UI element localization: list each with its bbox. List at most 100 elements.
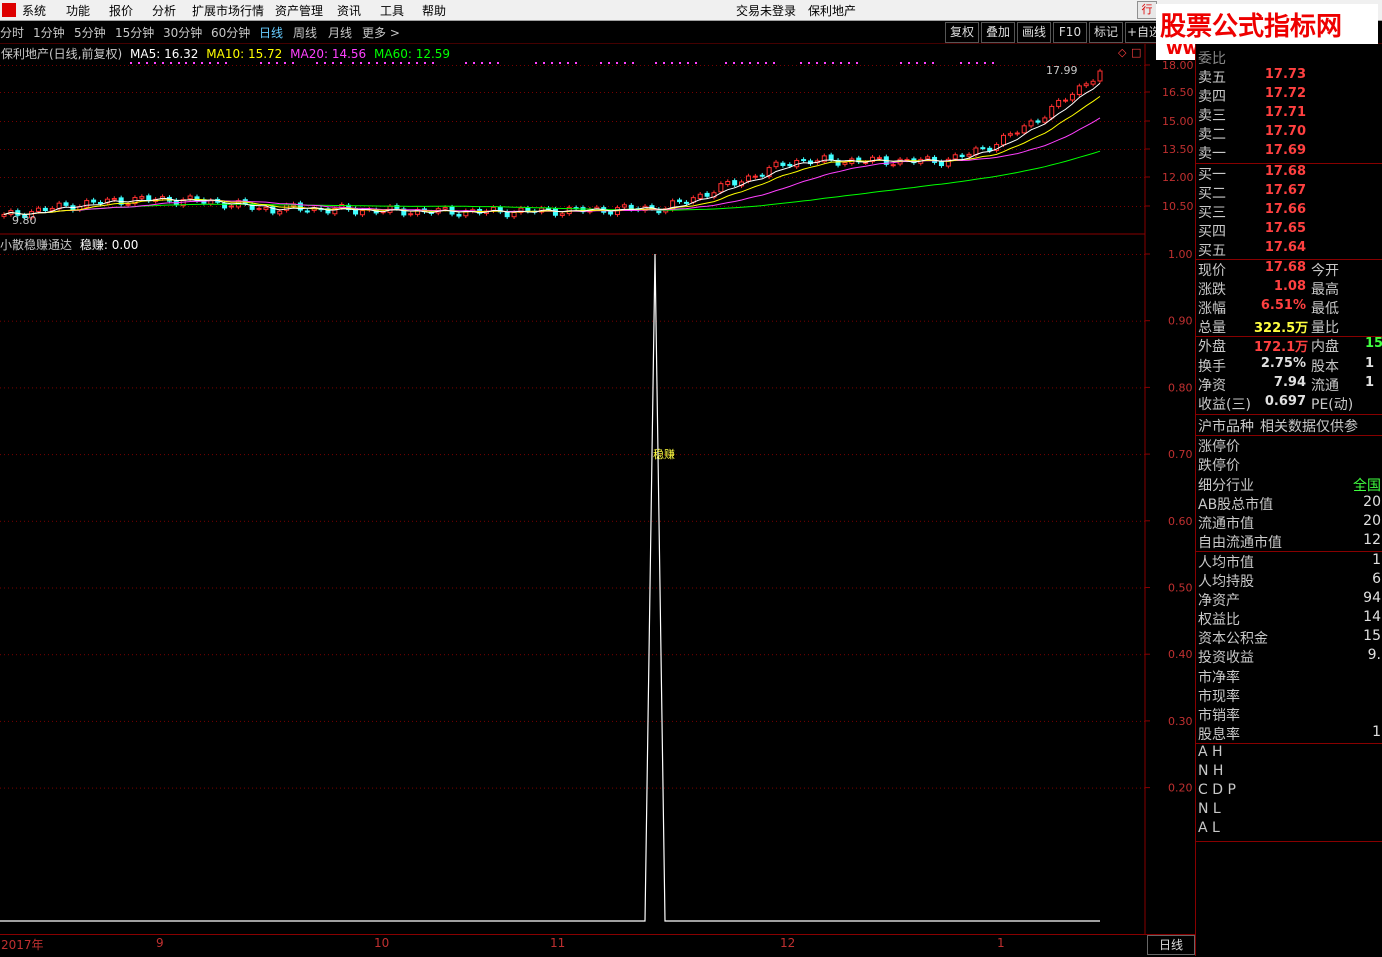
stat-row-value: 6.51% [1260, 298, 1306, 314]
sell-level-3-value: 17.71 [1264, 105, 1306, 121]
period-weekly[interactable]: 周线 [293, 24, 317, 41]
fundamental-row: 市现率 [1198, 686, 1381, 705]
draw-line-button[interactable]: 画线 [1017, 22, 1051, 43]
menu-item-function[interactable]: 功能 [66, 2, 90, 19]
stat-row-label2: 流通 [1311, 377, 1339, 394]
main-candlestick-chart[interactable]: 17.99 9.80 18.00 16.50 15.00 13.50 12.00 10.5… [0, 44, 1195, 236]
candle-body [890, 164, 896, 167]
stat-row-label2: 最低 [1311, 301, 1339, 318]
menu-item-extended-market[interactable]: 扩展市场行情 [192, 2, 264, 19]
indicator-y-tick: 0.30 [1168, 715, 1193, 728]
sell-level-1: 卖一 17.69 [1198, 143, 1306, 162]
fundamental-label: 净资产 [1198, 593, 1240, 610]
period-5min[interactable]: 5分钟 [74, 24, 106, 41]
stat-row-value: 17.68 [1264, 260, 1306, 275]
period-15min[interactable]: 15分钟 [115, 24, 154, 41]
candle-body [952, 154, 958, 160]
login-status[interactable]: 交易未登录 [736, 2, 796, 19]
quote-tab[interactable]: 行 [1137, 1, 1157, 19]
fundamental-value: 15 [1363, 628, 1381, 645]
buy-level-5-label: 买五 [1198, 242, 1226, 259]
indicator-y-tick: 1.00 [1168, 248, 1193, 261]
period-monthly[interactable]: 月线 [328, 24, 352, 41]
candle-body [139, 196, 145, 199]
mark-button[interactable]: 标记 [1089, 22, 1123, 43]
restore-rights-button[interactable]: 复权 [945, 22, 979, 43]
candle-body [98, 201, 104, 205]
sell-level-5: 卖五 17.73 [1198, 67, 1306, 86]
candle-body [925, 156, 931, 160]
fundamental-label: AB股总市值 [1198, 496, 1274, 513]
candle-body [1063, 99, 1069, 102]
candle-body [304, 210, 310, 213]
fundamental-label: 人均市值 [1198, 554, 1254, 571]
period-intraday[interactable]: 分时 [0, 24, 24, 41]
fundamental-row: 股息率 1 [1198, 724, 1381, 743]
period-more[interactable]: 更多 > [362, 24, 400, 41]
candle-body [780, 162, 786, 166]
candle-body [608, 211, 614, 215]
candle-body [228, 205, 234, 208]
fundamental-value: 全国 [1353, 477, 1381, 494]
candle-body [752, 175, 758, 178]
candle-body [1090, 80, 1096, 85]
period-60min[interactable]: 60分钟 [211, 24, 250, 41]
candle-body [408, 213, 414, 216]
index-row: A L [1198, 820, 1220, 839]
candle-body [677, 199, 683, 203]
fundamental-value: 12 [1363, 531, 1381, 548]
fundamental-label: 涨停价 [1198, 439, 1240, 456]
fundamental-label: 股息率 [1198, 726, 1240, 743]
candle-body [552, 208, 558, 216]
index-label: N L [1198, 801, 1221, 818]
stat-row-label: 总量 [1198, 320, 1226, 337]
quote-panel: 委比 卖五 17.73 卖四 17.72 卖三 17.71 卖二 17.70 卖一 17.69 买一… [1195, 44, 1382, 956]
fundamental-row: 涨停价 [1198, 436, 1381, 455]
period-indicator[interactable]: 日线 [1147, 935, 1195, 955]
candle-body [732, 180, 738, 186]
main-y-tick: 13.50 [1162, 143, 1194, 156]
menu-item-tools[interactable]: 工具 [380, 2, 404, 19]
market-header-left: 沪市品种 [1198, 418, 1254, 435]
x-label-jan: 1 [997, 936, 1005, 950]
buy-level-4: 买四 17.65 [1198, 221, 1306, 240]
x-label-year: 2017年 [1, 938, 44, 952]
buy-level-3: 买三 17.66 [1198, 202, 1306, 221]
indicator-chart[interactable]: 稳赚 1.00 0.90 0.80 0.70 0.60 0.50 0.40 0.30 0.20 [0, 236, 1195, 936]
sell-level-2: 卖二 17.70 [1198, 124, 1306, 143]
sell-level-4: 卖四 17.72 [1198, 86, 1306, 106]
candle-body [42, 207, 48, 212]
sell-level-4-label: 卖四 [1198, 89, 1226, 106]
candle-body [1069, 93, 1075, 101]
stat-row-value2: 1 [1365, 355, 1375, 371]
buy-level-3-label: 买三 [1198, 204, 1226, 221]
sell-level-3-label: 卖三 [1198, 108, 1226, 125]
stock-name-title: 保利地产 [808, 4, 857, 18]
fundamental-row: AB股总市值 20 [1198, 494, 1381, 513]
candle-body [697, 193, 703, 199]
menu-item-help[interactable]: 帮助 [422, 2, 446, 19]
candle-body [1056, 99, 1062, 107]
menu-item-analysis[interactable]: 分析 [152, 2, 176, 19]
fundamental-value: 20 [1363, 512, 1381, 529]
stat-row-label2: 今开 [1311, 263, 1339, 279]
main-y-tick: 15.00 [1162, 115, 1194, 128]
candle-body [1028, 120, 1034, 127]
stat-row-label: 收益(三) [1198, 396, 1251, 413]
menu-item-news[interactable]: 资讯 [337, 2, 361, 19]
menu-item-system[interactable]: 系统 [22, 2, 46, 19]
fundamental-row: 净资产 94 [1198, 590, 1381, 609]
stat-row-label2: 最高 [1311, 282, 1339, 299]
main-y-tick: 16.50 [1162, 86, 1194, 99]
period-daily[interactable]: 日线 [259, 24, 283, 41]
divider [1196, 413, 1382, 415]
period-30min[interactable]: 30分钟 [163, 24, 202, 41]
x-label-oct: 10 [374, 936, 390, 950]
f10-button[interactable]: F10 [1053, 22, 1087, 43]
stat-row-value: 322.5万 [1254, 321, 1309, 337]
menu-item-quote[interactable]: 报价 [109, 2, 133, 19]
candle-body [1042, 117, 1048, 123]
period-1min[interactable]: 1分钟 [33, 24, 65, 41]
menu-item-asset-management[interactable]: 资产管理 [275, 2, 323, 19]
overlay-button[interactable]: 叠加 [981, 22, 1015, 43]
